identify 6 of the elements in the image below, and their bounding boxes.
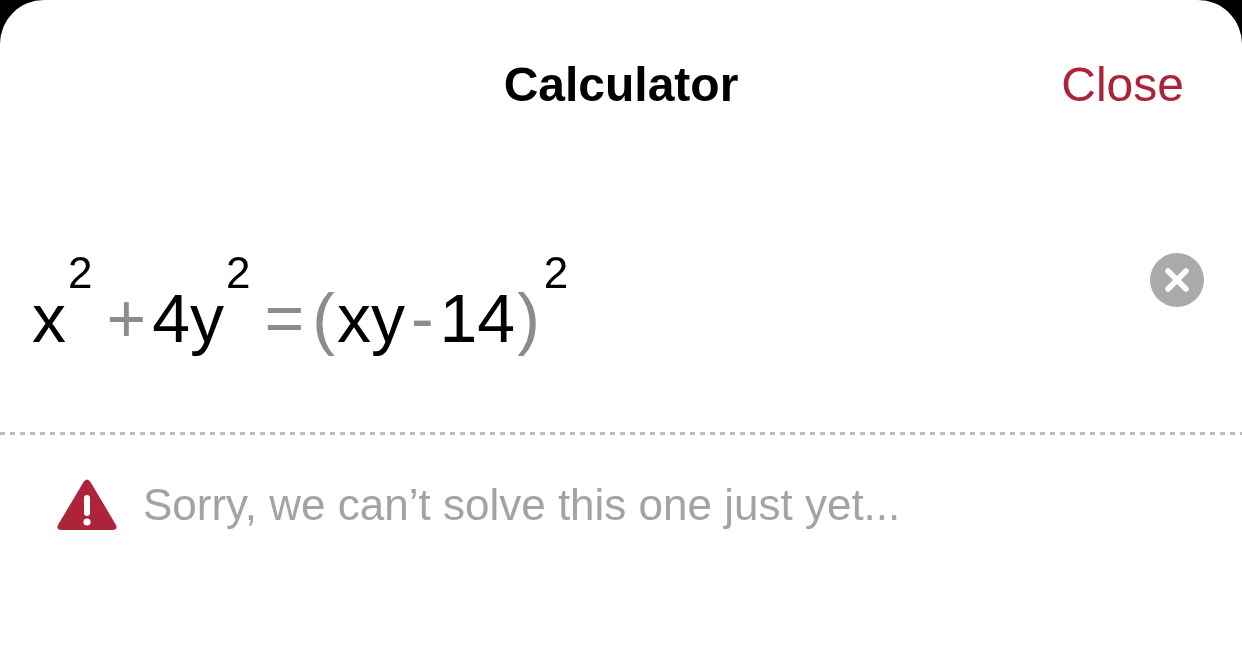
warning-icon	[57, 479, 117, 531]
sheet-title: Calculator	[503, 56, 739, 112]
clear-button[interactable]	[1150, 253, 1204, 307]
close-button[interactable]: Close	[1061, 56, 1184, 112]
error-message: Sorry, we can’t solve this one just yet...	[143, 480, 901, 530]
x-circle-icon	[1150, 253, 1204, 307]
